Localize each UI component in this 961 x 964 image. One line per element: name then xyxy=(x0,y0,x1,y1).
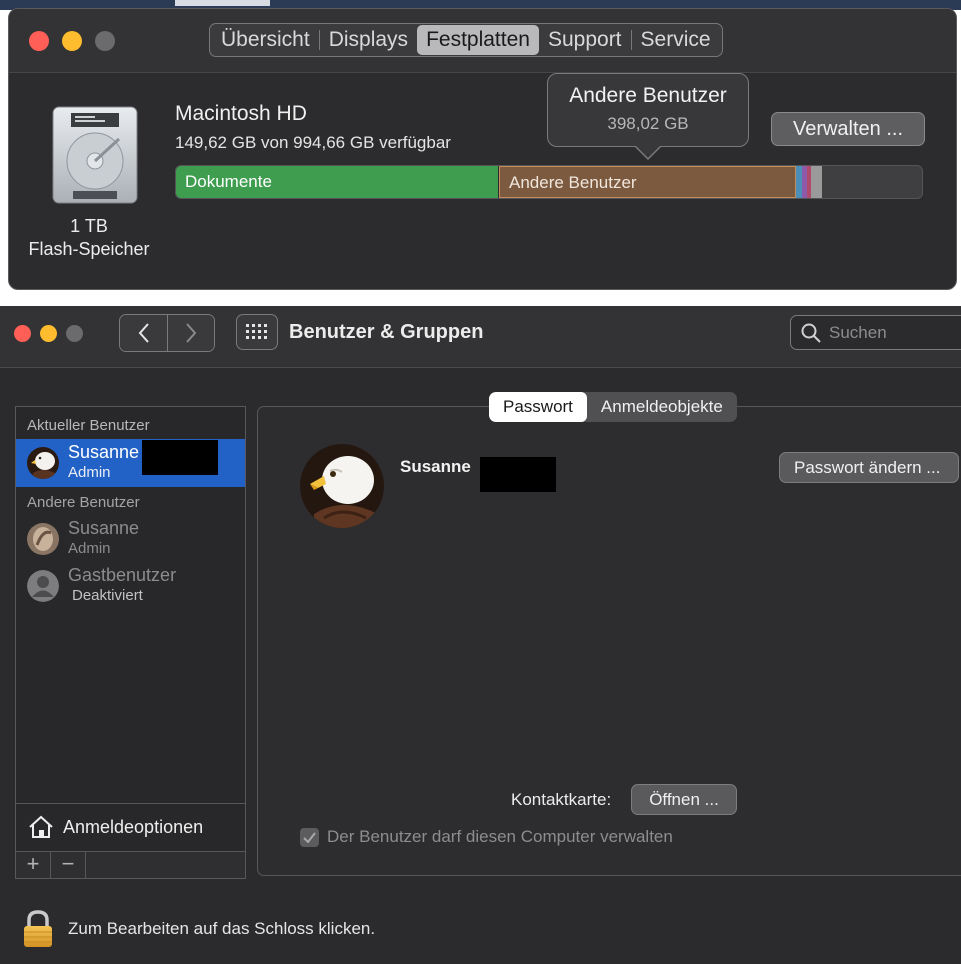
zoom-button[interactable] xyxy=(95,31,115,51)
user-full-name: Susanne xyxy=(400,457,471,476)
forward-button[interactable] xyxy=(167,315,214,351)
storage-segment-documents[interactable]: Dokumente xyxy=(176,166,499,198)
tab-bar: Übersicht Displays Festplatten Support S… xyxy=(209,23,723,57)
eagle-avatar-icon xyxy=(27,447,59,479)
login-options-item[interactable]: Anmeldeoptionen xyxy=(28,815,203,839)
current-user-header: Aktueller Benutzer xyxy=(27,417,150,434)
window-controls xyxy=(14,325,83,342)
chevron-right-icon xyxy=(186,323,197,343)
remove-user-button[interactable]: − xyxy=(51,852,86,878)
add-user-button[interactable]: + xyxy=(16,852,51,878)
sidebar-user-name: Gastbenutzer xyxy=(68,565,177,585)
window-titlebar: Übersicht Displays Festplatten Support S… xyxy=(9,9,956,73)
tab-storage[interactable]: Festplatten xyxy=(417,25,539,55)
storage-tooltip: Andere Benutzer 398,02 GB xyxy=(547,73,749,160)
navigation-buttons xyxy=(119,314,215,352)
sidebar-item-current-user[interactable]: Susanne Admin xyxy=(16,439,245,487)
close-button[interactable] xyxy=(14,325,31,342)
open-contact-button[interactable]: Öffnen ... xyxy=(631,784,737,815)
avatar xyxy=(27,570,59,602)
search-field[interactable]: Suchen xyxy=(790,315,961,350)
lock-icon[interactable] xyxy=(22,910,54,948)
sidebar-user-name: Susanne xyxy=(68,518,140,538)
checkbox[interactable] xyxy=(300,827,319,847)
minimize-button[interactable] xyxy=(40,325,57,342)
window-controls xyxy=(29,31,115,51)
disk-caption: 1 TB Flash-Speicher xyxy=(9,215,169,261)
show-all-button[interactable] xyxy=(236,314,278,350)
sidebar-user-role: Admin xyxy=(68,540,111,557)
detail-tabs: Passwort Anmeldeobjekte xyxy=(489,392,737,422)
tab-overview[interactable]: Übersicht xyxy=(212,25,319,55)
hard-drive-icon xyxy=(52,106,138,204)
change-password-button[interactable]: Passwort ändern ... xyxy=(779,452,959,483)
avatar xyxy=(27,523,59,555)
volume-available: 149,62 GB von 994,66 GB verfügbar xyxy=(175,133,451,152)
user-silhouette-icon xyxy=(27,570,59,602)
search-placeholder: Suchen xyxy=(829,322,887,342)
back-button[interactable] xyxy=(120,315,167,351)
sidebar-user-role: Admin xyxy=(68,464,111,481)
tab-support[interactable]: Support xyxy=(539,25,631,55)
storage-segment-other-users[interactable]: Andere Benutzer xyxy=(499,166,796,198)
login-options-label: Anmeldeoptionen xyxy=(63,816,204,837)
other-users-header: Andere Benutzer xyxy=(27,494,140,511)
allow-admin-checkbox[interactable]: Der Benutzer darf diesen Computer verwal… xyxy=(300,827,673,847)
tooltip-title: Andere Benutzer xyxy=(569,84,727,107)
disk-type: Flash-Speicher xyxy=(28,239,150,259)
storage-bar: Dokumente Andere Benutzer xyxy=(175,165,923,199)
eagle-avatar-icon xyxy=(300,444,384,528)
disk-capacity: 1 TB xyxy=(70,216,108,236)
avatar xyxy=(27,447,59,479)
tab-displays[interactable]: Displays xyxy=(320,25,417,55)
zoom-button[interactable] xyxy=(66,325,83,342)
grid-icon xyxy=(246,324,267,339)
sidebar-user-name: Susanne xyxy=(68,442,140,462)
redaction-box xyxy=(480,457,556,492)
sidebar-item-other-user[interactable]: Susanne Admin xyxy=(16,515,245,563)
sidebar-footer: + − xyxy=(15,851,246,879)
redaction-box xyxy=(142,440,218,475)
volume-name: Macintosh HD xyxy=(175,102,307,125)
close-button[interactable] xyxy=(29,31,49,51)
manage-button[interactable]: Verwalten ... xyxy=(771,112,925,146)
photo-avatar-icon xyxy=(27,523,59,555)
user-avatar[interactable] xyxy=(300,444,384,528)
minimize-button[interactable] xyxy=(62,31,82,51)
checkmark-icon xyxy=(303,831,316,843)
lock-item[interactable]: Zum Bearbeiten auf das Schloss klicken. xyxy=(22,910,375,948)
window-title: Benutzer & Gruppen xyxy=(289,321,484,343)
users-groups-window: Benutzer & Gruppen Suchen Aktueller Benu… xyxy=(0,306,961,964)
sidebar-user-role: Deaktiviert xyxy=(72,587,143,604)
sidebar-item-guest-user[interactable]: Gastbenutzer Deaktiviert xyxy=(16,562,245,610)
chevron-left-icon xyxy=(138,323,149,343)
tab-password[interactable]: Passwort xyxy=(489,392,587,422)
allow-admin-label: Der Benutzer darf diesen Computer verwal… xyxy=(327,827,673,846)
window-toolbar: Benutzer & Gruppen Suchen xyxy=(0,306,961,368)
tooltip-value: 398,02 GB xyxy=(607,114,689,133)
lock-hint-text: Zum Bearbeiten auf das Schloss klicken. xyxy=(68,919,376,938)
house-icon xyxy=(29,815,53,838)
storage-segment-small[interactable] xyxy=(811,166,822,198)
contact-card-label: Kontaktkarte: xyxy=(511,790,612,809)
tab-service[interactable]: Service xyxy=(632,25,720,55)
users-sidebar: Aktueller Benutzer Susanne Admin Andere … xyxy=(15,406,246,879)
tab-login-items[interactable]: Anmeldeobjekte xyxy=(587,392,737,422)
about-this-mac-window: Übersicht Displays Festplatten Support S… xyxy=(8,8,957,290)
search-icon xyxy=(801,323,821,343)
